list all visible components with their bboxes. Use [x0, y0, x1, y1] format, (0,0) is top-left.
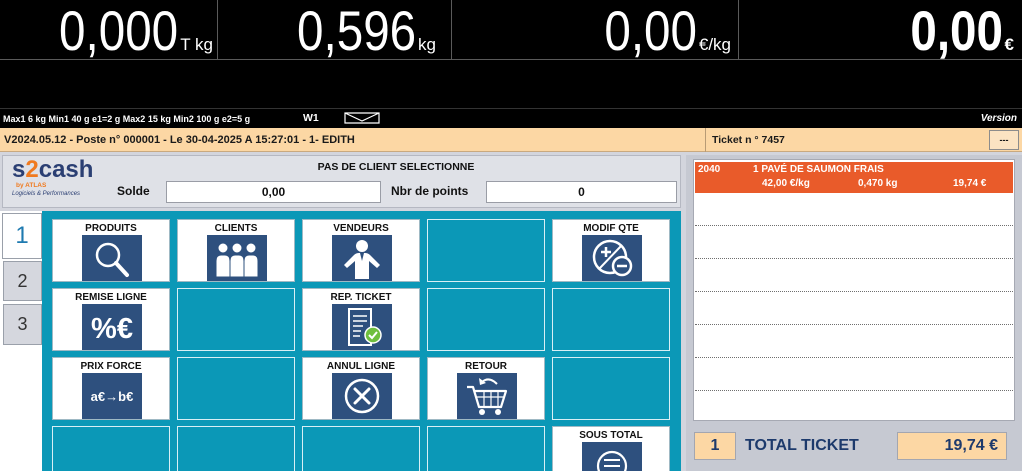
logo-cash: cash [38, 156, 94, 183]
weight-unit: kg [418, 35, 436, 54]
status-divider [705, 128, 706, 152]
salespeople-label: VENDEURS [333, 223, 389, 234]
points-label: Nbr de points [391, 184, 469, 198]
tab-page-1[interactable]: 1 [2, 213, 42, 259]
return-cart-icon [457, 373, 517, 419]
clients-button[interactable]: CLIENTS [177, 219, 295, 282]
balance-label: Solde [117, 184, 150, 198]
empty-function-slot [427, 219, 545, 282]
unit-price-unit: €/kg [698, 35, 731, 54]
ticket-lines-list: 2040 1 PAVÉ DE SAUMON FRAIS 42,00 €/kg 0… [693, 159, 1015, 421]
version-label: Version [980, 113, 1017, 124]
discount-icon: %€ [82, 304, 142, 350]
forced-price-label: PRIX FORCE [80, 361, 142, 372]
scale-specs: Max1 6 kg Min1 40 g e1=2 g Max2 15 kg Mi… [3, 114, 251, 124]
price-display: 0,00 € [739, 0, 1022, 60]
empty-function-slot [177, 288, 295, 351]
empty-function-slot [302, 426, 420, 471]
points-field: 0 [486, 181, 677, 203]
customers-icon [207, 235, 267, 281]
tare-unit: T kg [180, 35, 213, 54]
logo-s: s [12, 156, 26, 183]
line-discount-button[interactable]: REMISE LIGNE %€ [52, 288, 170, 351]
cancel-line-icon [332, 373, 392, 419]
forced-price-icon: a€→b€ [82, 373, 142, 419]
envelope-icon [344, 112, 380, 124]
empty-function-slot [427, 288, 545, 351]
ticket-number: Ticket n ° 7457 [712, 134, 785, 146]
s2cash-logo: s2cash by ATLAS Logiciels & Performances [12, 158, 100, 204]
subtotal-icon [582, 442, 642, 471]
client-panel: s2cash by ATLAS Logiciels & Performances… [2, 155, 681, 208]
cancel-line-label: ANNUL LIGNE [326, 361, 396, 372]
modify-quantity-button[interactable]: MODIF QTE [552, 219, 670, 282]
price-unit: € [1004, 35, 1014, 54]
logo-tagline: Logiciels & Performances [12, 191, 81, 197]
plus-minus-icon [582, 235, 642, 281]
unit-price-value: 0,00 [604, 0, 697, 62]
weight-value: 0,596 [296, 0, 417, 62]
total-value: 19,74 € [897, 432, 1007, 460]
clients-label: CLIENTS [214, 223, 258, 234]
empty-function-slot [177, 357, 295, 420]
logo-2: 2 [25, 156, 39, 183]
line-discount-label: REMISE LIGNE [75, 292, 147, 303]
subtotal-label: SOUS TOTAL [579, 430, 643, 441]
ticket-line-selected[interactable]: 2040 1 PAVÉ DE SAUMON FRAIS 42,00 €/kg 0… [695, 162, 1013, 193]
modify-quantity-label: MODIF QTE [583, 223, 639, 234]
price-value: 0,00 [909, 0, 1003, 62]
empty-function-slot [552, 288, 670, 351]
client-status: PAS DE CLIENT SELECTIONNE [317, 161, 475, 173]
tare-display: 0,000 T kg [0, 0, 218, 60]
scale-id: W1 [303, 112, 319, 124]
ticket-line-empty [695, 259, 1013, 292]
menu-button[interactable]: --- [989, 130, 1019, 150]
line-unit-price: 42,00 €/kg [762, 178, 810, 189]
logo-by-atlas: by ATLAS [16, 182, 47, 189]
subtotal-button[interactable]: SOUS TOTAL [552, 426, 670, 471]
ticket-line-empty [695, 325, 1013, 358]
ticket-line-empty [695, 358, 1013, 391]
logo-wordmark: s2cash [12, 158, 100, 182]
discount-icon-text: %€ [91, 313, 133, 345]
salespeople-button[interactable]: VENDEURS [302, 219, 420, 282]
forced-price-button[interactable]: PRIX FORCE a€→b€ [52, 357, 170, 420]
item-count: 1 [694, 432, 736, 460]
empty-function-slot [52, 426, 170, 471]
forced-price-icon-text: a€→b€ [91, 389, 134, 404]
scale-info-bar: Max1 6 kg Min1 40 g e1=2 g Max2 15 kg Mi… [0, 108, 1022, 128]
line-description: 1 PAVÉ DE SAUMON FRAIS [753, 164, 884, 175]
ticket-line-empty [695, 391, 1013, 420]
balance-field: 0,00 [166, 181, 381, 203]
products-button[interactable]: PRODUITS [52, 219, 170, 282]
reprint-ticket-label: REP. TICKET [330, 292, 392, 303]
ticket-line-empty [695, 193, 1013, 226]
total-label: TOTAL TICKET [745, 437, 859, 454]
reprint-ticket-button[interactable]: REP. TICKET [302, 288, 420, 351]
cancel-line-button[interactable]: ANNUL LIGNE [302, 357, 420, 420]
receipt-check-icon [332, 304, 392, 350]
empty-function-slot [552, 357, 670, 420]
tab-page-2[interactable]: 2 [3, 261, 42, 301]
scale-display: 0,000 T kg 0,596 kg 0,00 €/kg 0,00 € [0, 0, 1022, 108]
products-label: PRODUITS [85, 223, 137, 234]
line-amount: 19,74 € [953, 178, 987, 189]
weight-display: 0,596 kg [218, 0, 452, 60]
session-info: V2024.05.12 - Poste n° 000001 - Le 30-04… [4, 134, 355, 146]
tab-page-3[interactable]: 3 [3, 304, 42, 345]
tare-value: 0,000 [59, 0, 179, 62]
ticket-line-empty [695, 292, 1013, 325]
ticket-line-empty [695, 226, 1013, 259]
line-weight: 0,470 kg [858, 178, 898, 189]
session-status-bar: V2024.05.12 - Poste n° 000001 - Le 30-04… [0, 128, 1022, 152]
empty-function-slot [177, 426, 295, 471]
salesperson-icon [332, 235, 392, 281]
return-label: RETOUR [464, 361, 508, 372]
line-code: 2040 [698, 164, 721, 175]
unit-price-display: 0,00 €/kg [452, 0, 739, 60]
return-button[interactable]: RETOUR [427, 357, 545, 420]
empty-function-slot [427, 426, 545, 471]
search-icon [82, 235, 142, 281]
